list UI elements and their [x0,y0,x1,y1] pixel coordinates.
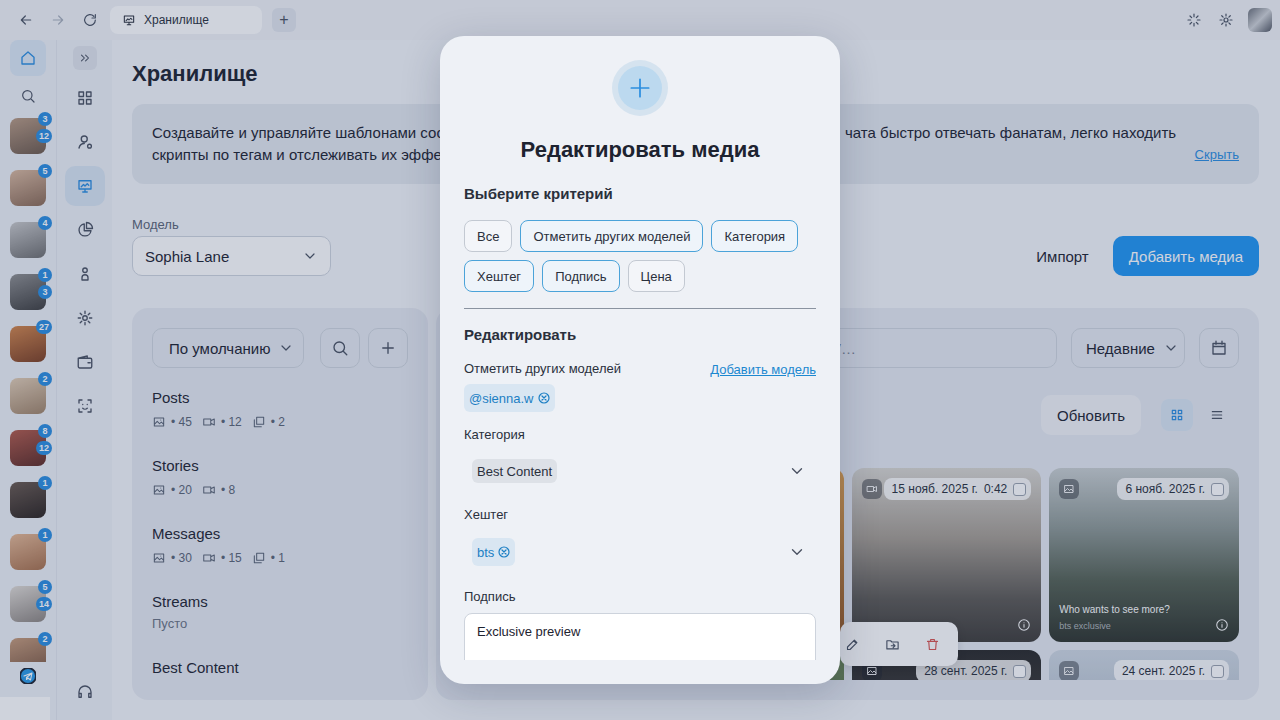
field-label: Хештег [464,506,816,524]
category-value: Best Content [472,459,557,483]
hashtag-chips: bts [472,538,515,566]
field-label: Отметить других моделей [464,360,621,378]
chevron-down-icon [788,462,806,480]
edit-heading: Редактировать [464,325,816,345]
criterion-chip[interactable]: Отметить других моделей [520,220,703,252]
dialog-content: Редактировать медиа Выберите критерий Вс… [464,60,816,660]
tagged-models: @sienna.w [464,384,816,412]
criteria-heading: Выберите критерий [464,184,816,204]
criterion-chip[interactable]: Категория [711,220,798,252]
hashtag-text: bts [477,545,494,560]
edit-media-dialog: Редактировать медиа Выберите критерий Вс… [440,36,840,684]
criterion-chip[interactable]: Хештег [464,260,534,292]
dialog-badge-inner [618,66,662,110]
app-window: Хранилище + 3125413272812115142 Хранилищ… [0,0,1280,720]
remove-icon[interactable] [538,392,550,404]
add-model-link[interactable]: Добавить модель [710,362,816,377]
divider [464,308,816,309]
criteria-list: ВсеОтметить других моделейКатегория Хеште… [464,220,816,292]
tag-models-header: Отметить других моделей Добавить модель [464,360,816,378]
criterion-chip[interactable]: Подпись [542,260,619,292]
remove-icon[interactable] [498,546,510,558]
field-label: Категория [464,426,816,444]
dialog-badge [612,60,668,116]
model-tag-text: @sienna.w [469,391,534,406]
category-select[interactable]: Best Content [464,454,816,488]
criterion-chip[interactable]: Цена [628,260,685,292]
criterion-chip[interactable]: Все [464,220,512,252]
caption-input[interactable]: Exclusive preview [464,613,816,660]
field-label: Подпись [464,588,816,606]
hashtag-chip: bts [472,538,515,566]
plus-icon [627,75,653,101]
model-tag: @sienna.w [464,384,555,412]
dialog-title: Редактировать медиа [464,136,816,164]
chevron-down-icon [788,543,806,561]
hashtag-select[interactable]: bts [464,535,816,569]
